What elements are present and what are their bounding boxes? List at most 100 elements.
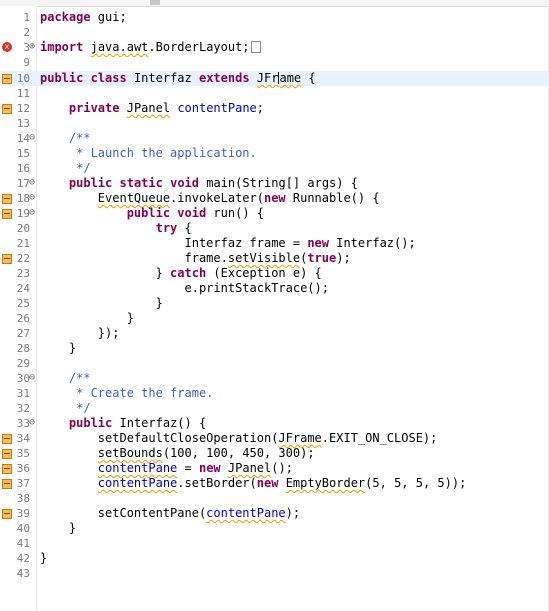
override-marker-icon[interactable] (2, 209, 12, 219)
code-line: 22 frame.setVisible(true); (0, 251, 549, 266)
line-number: 13 (16, 117, 30, 130)
line-text: contentPane.setBorder(new EmptyBorder(5,… (97, 476, 467, 490)
code-line: 16 */ (0, 161, 549, 176)
line-text: */ (40, 401, 91, 415)
line-number: 10 (16, 72, 30, 85)
line-number: 2 (23, 26, 30, 39)
line-number: 34 (16, 432, 30, 445)
line-text: } (40, 551, 48, 565)
warning-marker-icon[interactable] (2, 74, 12, 84)
code-line: 21 Interfaz frame = new Interfaz(); (0, 236, 549, 251)
line-number: 19 (16, 207, 30, 220)
line-text: setDefaultCloseOperation(JFrame.EXIT_ON_… (40, 431, 438, 445)
collapse-fold-icon[interactable] (29, 134, 37, 142)
code-line: 40 } (0, 521, 549, 536)
folded-imports-icon[interactable] (250, 41, 261, 53)
code-line: 31 * Create the frame. (0, 386, 549, 401)
line-number: 18 (16, 192, 30, 205)
code-line: 13 (0, 116, 549, 131)
code-line: 18 EventQueue.invokeLater(new Runnable()… (0, 191, 549, 206)
code-line: 2 (0, 25, 549, 40)
line-number: 40 (16, 522, 30, 535)
line-text: /** (40, 371, 91, 385)
code-line: x 3 import java.awt.BorderLayout; (0, 40, 549, 55)
line-number: 35 (16, 447, 30, 460)
code-line: 30 /** (0, 371, 549, 386)
code-line: 28 } (0, 341, 549, 356)
tab-indicator (150, 0, 160, 5)
warning-marker-icon[interactable] (2, 104, 12, 114)
code-line: 35 setBounds(100, 100, 450, 300); (0, 446, 549, 461)
code-line: 39 setContentPane(contentPane); (0, 506, 549, 521)
line-text: contentPane = new JPanel(); (97, 461, 293, 475)
warning-marker-icon[interactable] (2, 509, 12, 519)
collapse-fold-icon[interactable] (29, 374, 37, 382)
error-marker-icon[interactable]: x (2, 42, 12, 52)
collapse-fold-icon[interactable] (29, 419, 37, 427)
line-text: setBounds(100, 100, 450, 300); (97, 446, 315, 460)
line-text: public class Interfaz extends JFrame { (40, 71, 316, 85)
line-text: * Create the frame. (40, 386, 214, 400)
line-number: 3 (23, 41, 30, 54)
expand-fold-icon[interactable] (29, 43, 37, 51)
line-text: */ (40, 161, 91, 175)
warning-marker-icon[interactable] (2, 479, 12, 489)
code-line: 15 * Launch the application. (0, 146, 549, 161)
code-line: 14 /** (0, 131, 549, 146)
code-line: 11 (0, 86, 549, 101)
line-text: EventQueue.invokeLater(new Runnable() { (97, 191, 380, 205)
line-text: Interfaz frame = new Interfaz(); (40, 236, 416, 250)
warning-marker-icon[interactable] (2, 434, 12, 444)
line-number: 37 (16, 477, 30, 490)
line-number: 28 (16, 342, 30, 355)
code-line: 12 private JPanel contentPane; (0, 101, 549, 116)
line-number: 42 (16, 552, 30, 565)
code-line: 25 } (0, 296, 549, 311)
code-line: 27 }); (0, 326, 549, 341)
code-line: 33 public Interfaz() { (0, 416, 549, 431)
code-line: 29 (0, 356, 549, 371)
line-number: 20 (16, 222, 30, 235)
line-number: 32 (16, 402, 30, 415)
code-line: 34 setDefaultCloseOperation(JFrame.EXIT_… (0, 431, 549, 446)
code-line: 26 } (0, 311, 549, 326)
warning-marker-icon[interactable] (2, 464, 12, 474)
warning-marker-icon[interactable] (2, 194, 12, 204)
line-number: 43 (16, 567, 30, 580)
line-number: 15 (16, 147, 30, 160)
line-number: 23 (16, 267, 30, 280)
code-line-current: 10 public class Interfaz extends JFrame … (0, 71, 549, 86)
code-line: 20 try { (0, 221, 549, 236)
line-text: public void run() { (126, 206, 264, 220)
line-text: e.printStackTrace(); (40, 281, 329, 295)
line-number: 31 (16, 387, 30, 400)
line-number: 27 (16, 327, 30, 340)
line-number: 25 (16, 297, 30, 310)
collapse-fold-icon[interactable] (29, 194, 37, 202)
line-text: private JPanel contentPane; (68, 101, 265, 115)
code-line: 37 contentPane.setBorder(new EmptyBorder… (0, 476, 549, 491)
line-number: 41 (16, 537, 30, 550)
code-line: 43 (0, 566, 549, 581)
text-cursor (278, 72, 280, 84)
code-line: 36 contentPane = new JPanel(); (0, 461, 549, 476)
line-text: public Interfaz() { (68, 416, 207, 430)
line-number: 16 (16, 162, 30, 175)
line-number: 17 (16, 177, 30, 190)
line-text: try { (155, 221, 192, 235)
line-number: 21 (16, 237, 30, 250)
collapse-fold-icon[interactable] (29, 209, 37, 217)
line-number: 9 (23, 56, 30, 69)
editor-tab-strip[interactable] (0, 0, 549, 7)
line-number: 39 (16, 507, 30, 520)
line-text: } catch (Exception e) { (40, 266, 322, 280)
line-number: 14 (16, 132, 30, 145)
line-number: 11 (16, 87, 30, 100)
warning-marker-icon[interactable] (2, 254, 12, 264)
line-number: 26 (16, 312, 30, 325)
line-number: 24 (16, 282, 30, 295)
line-number: 36 (16, 462, 30, 475)
warning-marker-icon[interactable] (2, 449, 12, 459)
code-line: 17 public static void main(String[] args… (0, 176, 549, 191)
collapse-fold-icon[interactable] (29, 179, 37, 187)
